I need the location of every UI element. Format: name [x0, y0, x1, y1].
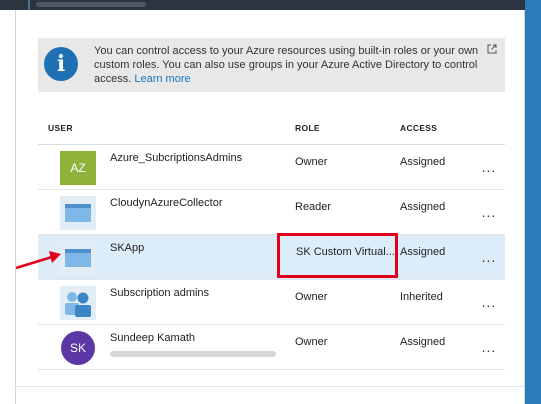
avatar: SK	[61, 331, 95, 365]
column-header-role: ROLE	[295, 123, 320, 133]
tab-edge	[28, 0, 30, 10]
avatar-initials: SK	[69, 341, 86, 355]
user-name: CloudynAzureCollector	[110, 197, 223, 209]
column-header-user: USER	[48, 123, 73, 133]
user-role: SK Custom Virtual...	[296, 246, 395, 258]
table-row-selected[interactable]: SKApp SK Custom Virtual... Assigned ...	[38, 235, 505, 280]
pane-bottom-border	[15, 386, 525, 387]
more-options-button[interactable]: ...	[478, 156, 500, 178]
more-options-button[interactable]: ...	[478, 336, 500, 358]
blurred-tab-title	[36, 2, 146, 7]
user-name: Subscription admins	[110, 287, 210, 299]
table-row[interactable]: Subscription admins Owner Inherited ...	[38, 280, 505, 325]
more-options-button[interactable]: ...	[478, 201, 500, 223]
table-row[interactable]: SK Sundeep Kamath Owner Assigned ...	[38, 325, 505, 370]
blurred-email	[110, 351, 276, 357]
more-options-button[interactable]: ...	[478, 291, 500, 313]
info-icon: i	[44, 47, 78, 81]
table-row[interactable]: AZ Azure_SubcriptionsAdmins Owner Assign…	[38, 145, 505, 190]
avatar: AZ	[60, 151, 96, 185]
portal-top-bar	[0, 0, 541, 10]
user-role: Owner	[295, 336, 328, 348]
access-list: AZ Azure_SubcriptionsAdmins Owner Assign…	[38, 145, 505, 370]
user-access: Assigned	[400, 201, 446, 213]
user-name: SKApp	[110, 242, 145, 254]
learn-more-link[interactable]: Learn more	[134, 73, 190, 85]
column-header-access: ACCESS	[400, 123, 438, 133]
avatar-initials: AZ	[70, 161, 86, 175]
app-window-icon	[60, 196, 96, 230]
app-window-icon	[60, 241, 96, 275]
user-role: Owner	[295, 156, 328, 168]
open-external-icon[interactable]	[487, 44, 497, 54]
user-access: Assigned	[400, 246, 446, 258]
user-access: Assigned	[400, 156, 446, 168]
right-scroll-strip	[525, 0, 541, 404]
group-icon	[60, 286, 96, 320]
user-name: Sundeep Kamath	[110, 332, 196, 344]
info-banner: i You can control access to your Azure r…	[38, 38, 505, 92]
user-role: Reader	[295, 201, 332, 213]
pane-border-left	[15, 10, 16, 404]
user-access: Inherited	[400, 291, 443, 303]
table-row[interactable]: CloudynAzureCollector Reader Assigned ..…	[38, 190, 505, 235]
pane-border-right	[524, 10, 525, 404]
more-options-button[interactable]: ...	[478, 246, 500, 268]
user-role: Owner	[295, 291, 328, 303]
user-access: Assigned	[400, 336, 446, 348]
info-text: You can control access to your Azure res…	[94, 44, 484, 86]
user-name: Azure_SubcriptionsAdmins	[110, 152, 243, 164]
